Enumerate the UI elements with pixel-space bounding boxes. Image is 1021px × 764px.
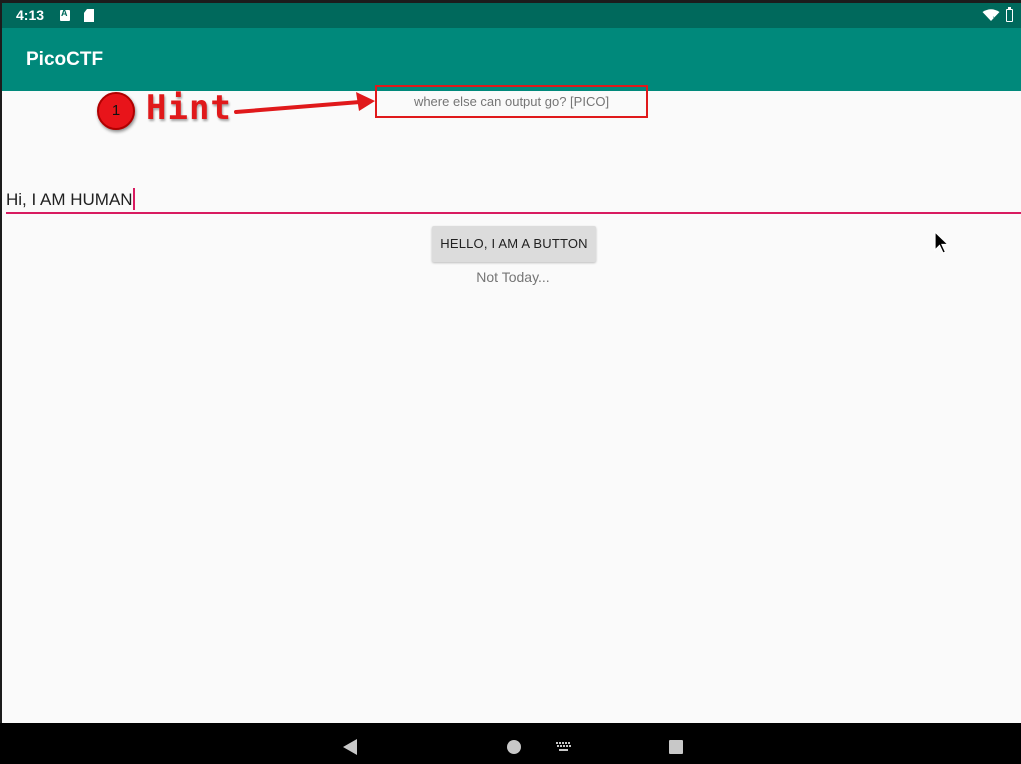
- navigation-bar: [0, 723, 1021, 764]
- text-input-value: Hi, I AM HUMAN: [6, 190, 133, 209]
- wifi-icon: x: [982, 9, 1000, 22]
- hello-button[interactable]: HELLO, I AM A BUTTON: [432, 226, 596, 262]
- svg-text:x: x: [993, 15, 997, 22]
- recents-icon[interactable]: [669, 740, 683, 754]
- annotation-hint-label: Hint: [146, 88, 232, 128]
- status-bar: 4:13 A x: [2, 3, 1021, 28]
- annotation-arrow-icon: [234, 92, 375, 114]
- result-text: Not Today...: [476, 269, 550, 285]
- annotation-number-badge: 1: [97, 92, 135, 130]
- device-screen: 4:13 A x PicoCTF where else can output g…: [0, 0, 1021, 764]
- app-bar: PicoCTF: [2, 28, 1021, 91]
- back-icon[interactable]: [343, 739, 357, 755]
- text-input-value-wrap: Hi, I AM HUMAN: [6, 188, 135, 210]
- app-title: PicoCTF: [26, 49, 104, 70]
- hint-highlight-box: [375, 85, 648, 118]
- text-input[interactable]: Hi, I AM HUMAN: [6, 184, 1021, 214]
- mouse-pointer-icon: [934, 231, 950, 254]
- text-caret: [132, 188, 135, 210]
- keyboard-icon[interactable]: [556, 742, 572, 752]
- a-notification-icon: A: [60, 8, 70, 21]
- home-icon[interactable]: [507, 740, 521, 754]
- battery-icon: [1006, 7, 1013, 22]
- status-time: 4:13: [16, 7, 45, 23]
- sd-card-icon: [84, 9, 94, 22]
